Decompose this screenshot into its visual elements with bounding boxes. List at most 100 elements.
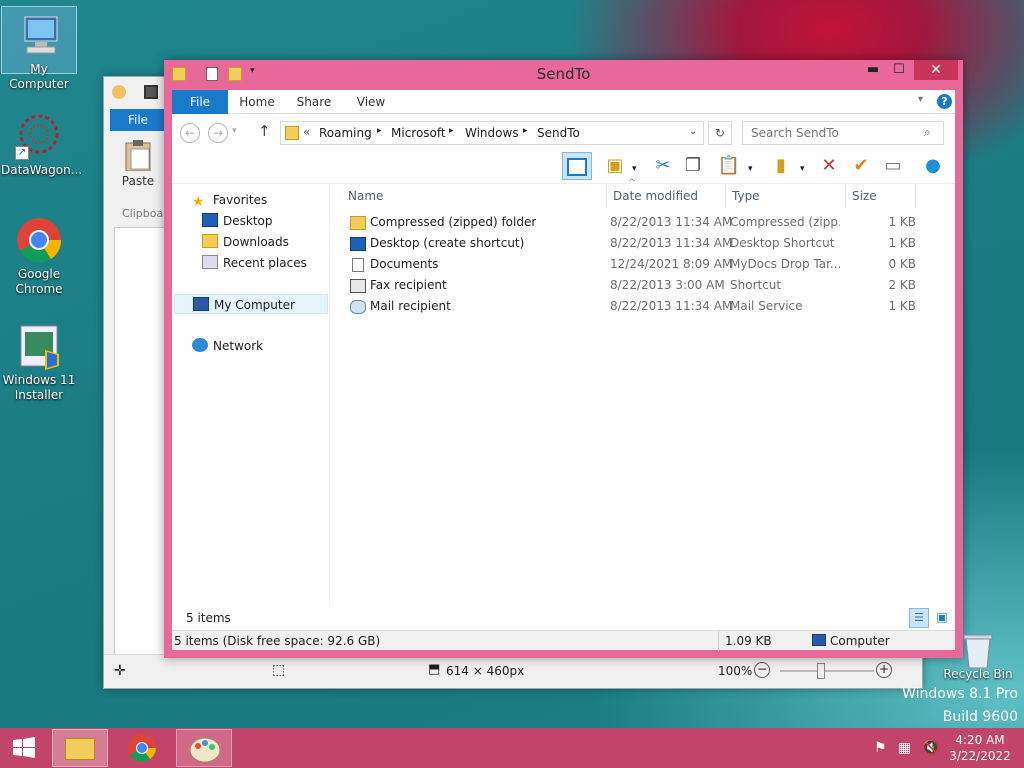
breadcrumb-microsoft[interactable]: Microsoft [391, 126, 446, 140]
desktop-icon-datawagon[interactable]: ↗ DataWagon... [1, 112, 82, 178]
breadcrumb-sendto[interactable]: SendTo [537, 126, 580, 140]
file-size: 1 KB [888, 236, 916, 250]
clock-time: 4:20 AM [955, 733, 1005, 747]
close-button[interactable]: ✕ [914, 60, 958, 80]
tab-file[interactable]: File [172, 90, 228, 114]
help-icon[interactable]: ? [937, 94, 952, 109]
desktop-icon-windows-11-installer[interactable]: Windows 11 Installer [1, 322, 77, 403]
file-row[interactable]: Fax recipient 8/22/2013 3:00 AM Shortcut… [330, 275, 930, 296]
zip-folder-icon [350, 216, 366, 230]
select-button[interactable]: ✔ [848, 152, 874, 180]
file-row[interactable]: Desktop (create shortcut) 8/22/2013 11:3… [330, 233, 930, 254]
item-count: 5 items [172, 606, 955, 630]
copy-button[interactable]: ❐ [680, 152, 706, 180]
file-size: 0 KB [888, 257, 916, 271]
paint-icon [189, 737, 221, 763]
paint-file-tab[interactable]: File [110, 109, 166, 131]
desktop-icon-google-chrome[interactable]: Google Chrome [1, 216, 77, 297]
explorer-window[interactable]: ▾ SendTo ▬ ☐ ✕ File Home Share View ▾ ? … [164, 60, 963, 658]
action-center-flag-icon[interactable]: ⚑ [874, 740, 887, 756]
file-row[interactable]: Mail recipient 8/22/2013 11:34 AM Mail S… [330, 296, 930, 317]
forward-button[interactable]: → [208, 123, 228, 143]
file-type: Compressed (zipp... [730, 215, 840, 229]
desktop-icon-my-computer[interactable]: My Computer [1, 6, 77, 91]
address-dropdown-icon[interactable]: ⌄ [689, 126, 697, 137]
os-build-watermark: Build 9600 [942, 709, 1018, 725]
nav-desktop[interactable]: Desktop [202, 211, 273, 231]
os-version-watermark: Windows 8.1 Pro [902, 686, 1018, 702]
network-globe-button[interactable]: ● [920, 152, 946, 180]
file-date: 8/22/2013 3:00 AM [610, 278, 725, 292]
taskbar-paint[interactable] [176, 729, 232, 767]
nav-favorites[interactable]: ★ Favorites [192, 190, 267, 210]
column-name[interactable]: Name [342, 184, 606, 208]
tab-view[interactable]: View [348, 90, 394, 114]
large-icons-view-button[interactable]: ▣ [932, 608, 952, 628]
desktop-icon-label: Windows 11 Installer [2, 373, 76, 402]
network-status-icon[interactable]: ▦ [898, 740, 911, 756]
recycle-bin-icon [958, 630, 998, 670]
search-icon[interactable]: ⌕ [924, 125, 931, 140]
preview-pane-button[interactable] [562, 152, 592, 180]
file-type: Shortcut [730, 278, 782, 292]
save-icon[interactable] [144, 85, 158, 99]
nav-recent-places[interactable]: Recent places [202, 253, 307, 273]
details-view-button[interactable]: ☰ [909, 608, 929, 628]
start-button[interactable] [0, 728, 48, 768]
tab-home[interactable]: Home [234, 90, 280, 114]
chevron-right-icon[interactable]: ▸ [449, 126, 454, 136]
desktop-icon-label: My Computer [9, 62, 69, 91]
breadcrumb-windows[interactable]: Windows [465, 126, 519, 140]
nav-favorites-label: Favorites [213, 193, 268, 207]
chevron-right-icon[interactable]: ▸ [523, 126, 528, 136]
dropdown-icon[interactable]: ▾ [748, 164, 753, 174]
rename-button[interactable]: ▭ [880, 152, 906, 180]
move-to-button[interactable]: ▮ [768, 152, 794, 180]
folder-options-button[interactable]: ▣ [602, 152, 628, 180]
nav-downloads[interactable]: Downloads [202, 232, 289, 252]
paste-button[interactable]: 📋 [716, 152, 742, 180]
paint-palette-icon[interactable] [112, 85, 126, 99]
recent-locations-icon[interactable]: ▾ [232, 126, 237, 136]
desktop-icon [202, 213, 218, 227]
zoom-slider-thumb[interactable] [817, 663, 825, 679]
column-date-modified[interactable]: Date modified [606, 184, 726, 208]
column-size[interactable]: Size [846, 184, 916, 208]
file-row[interactable]: Documents 12/24/2021 8:09 AM MyDocs Drop… [330, 254, 930, 275]
paste-button[interactable]: Paste [118, 139, 158, 195]
window-title: SendTo [536, 65, 591, 83]
breadcrumb-overflow[interactable]: « [303, 125, 310, 139]
cut-button[interactable]: ✂ [650, 152, 676, 180]
dropdown-icon[interactable]: ▾ [632, 164, 637, 174]
up-button[interactable]: ↑ [258, 122, 271, 140]
back-button[interactable]: ← [180, 123, 200, 143]
breadcrumb-roaming[interactable]: Roaming [319, 126, 372, 140]
zoom-out-button[interactable]: − [754, 662, 770, 678]
chevron-right-icon[interactable]: ▸ [377, 126, 382, 136]
column-type[interactable]: Type [726, 184, 846, 208]
file-explorer-icon [65, 738, 95, 760]
zoom-slider[interactable] [780, 670, 874, 672]
file-row[interactable]: Compressed (zipped) folder 8/22/2013 11:… [330, 212, 930, 233]
image-size-text: 614 × 460px [446, 664, 525, 678]
zoom-in-button[interactable]: + [876, 662, 892, 678]
search-input[interactable]: Search SendTo [742, 121, 944, 145]
taskbar-chrome[interactable] [114, 729, 170, 767]
volume-muted-icon[interactable]: 🔇 [922, 740, 939, 756]
clock[interactable]: 4:20 AM 3/22/2022 [944, 732, 1016, 764]
tab-share[interactable]: Share [290, 90, 338, 114]
refresh-button[interactable]: ↻ [708, 121, 732, 145]
nav-my-computer[interactable]: My Computer [174, 294, 328, 314]
nav-network[interactable]: Network [192, 336, 263, 356]
taskbar-file-explorer[interactable] [52, 729, 108, 767]
minimize-button[interactable]: ▬ [860, 60, 886, 80]
status-disk-space: 5 items (Disk free space: 92.6 GB) [174, 634, 381, 648]
desktop-icon-recycle-bin[interactable]: Recycle Bin [940, 630, 1016, 682]
expand-ribbon-icon[interactable]: ▾ [918, 94, 923, 105]
file-name: Compressed (zipped) folder [370, 215, 537, 229]
network-icon [192, 338, 208, 352]
dropdown-icon[interactable]: ▾ [800, 164, 805, 174]
maximize-button[interactable]: ☐ [886, 60, 912, 80]
delete-button[interactable]: ✕ [816, 152, 842, 180]
address-bar[interactable]: « Roaming ▸ Microsoft ▸ Windows ▸ SendTo… [280, 121, 704, 145]
